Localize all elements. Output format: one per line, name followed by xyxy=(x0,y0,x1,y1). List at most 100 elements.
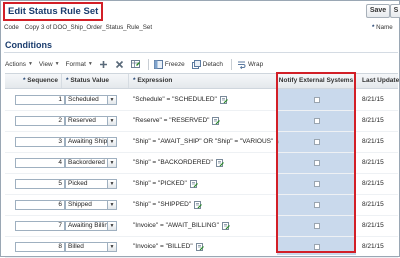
status-dropdown-button[interactable]: ▼ xyxy=(108,157,117,168)
status-value-input[interactable]: Reserved xyxy=(65,115,108,126)
last-update-cell: 8/21/15 xyxy=(362,194,398,215)
sequence-cell: 7 xyxy=(15,215,67,236)
last-update-cell: 8/21/15 xyxy=(362,89,398,110)
status-dropdown-button[interactable]: ▼ xyxy=(108,136,117,147)
status-cell: Awaiting Ship ▼ xyxy=(65,131,129,152)
view-menu[interactable]: View ▼ xyxy=(39,61,60,68)
chevron-down-icon: ▼ xyxy=(109,222,115,229)
last-update-cell: 8/21/15 xyxy=(362,131,398,152)
sequence-input[interactable]: 4 xyxy=(15,157,65,168)
wrap-label: Wrap xyxy=(247,60,264,68)
last-update-text: 8/21/15 xyxy=(362,222,384,229)
expression-text: "Schedule" = "SCHEDULED" xyxy=(133,96,217,103)
last-update-cell: 8/21/15 xyxy=(362,110,398,131)
chevron-down-icon: ▼ xyxy=(109,138,115,145)
sequence-cell: 2 xyxy=(15,110,67,131)
x-icon xyxy=(116,60,124,68)
save-and-close-button[interactable]: S xyxy=(390,4,400,18)
required-marker: * xyxy=(22,77,26,84)
edit-row-button[interactable] xyxy=(130,59,141,69)
save-button[interactable]: Save xyxy=(366,4,390,18)
status-value-input[interactable]: Billed xyxy=(65,241,108,252)
expression-text: "Ship" = "AWAIT_SHIP" OR "Ship" = "VARIO… xyxy=(133,138,274,145)
format-label: Format xyxy=(65,60,86,68)
expression-builder-icon[interactable] xyxy=(194,200,203,209)
status-dropdown-button[interactable]: ▼ xyxy=(108,199,117,210)
chevron-down-icon: ▼ xyxy=(109,96,115,103)
toolbar-separator xyxy=(147,58,149,70)
name-label: Name xyxy=(376,24,393,31)
format-menu[interactable]: Format ▼ xyxy=(66,61,93,68)
status-cell: Awaiting Billing ▼ xyxy=(65,215,129,236)
last-update-text: 8/21/15 xyxy=(362,180,384,187)
expression-cell: "Invoice" = "BILLED" xyxy=(133,236,279,257)
detach-button[interactable]: Detach xyxy=(191,59,223,69)
expression-text: "Reserve" = "RESERVED" xyxy=(133,117,210,124)
status-dropdown-button[interactable]: ▼ xyxy=(108,241,117,252)
delete-row-button[interactable] xyxy=(115,59,125,69)
conditions-title: Conditions xyxy=(5,40,52,50)
status-dropdown-button[interactable]: ▼ xyxy=(108,178,117,189)
expression-cell: "Reserve" = "RESERVED" xyxy=(133,110,279,131)
page-title: Edit Status Rule Set xyxy=(3,2,104,21)
sequence-input[interactable]: 6 xyxy=(15,199,65,210)
status-cell: Picked ▼ xyxy=(65,173,129,194)
status-value-input[interactable]: Awaiting Billing xyxy=(65,220,108,231)
plus-icon xyxy=(100,60,108,68)
status-dropdown-button[interactable]: ▼ xyxy=(108,220,117,231)
expression-builder-icon[interactable] xyxy=(221,221,230,230)
expression-cell: "Ship" = "AWAIT_SHIP" OR "Ship" = "VARIO… xyxy=(133,131,279,152)
chevron-down-icon: ▼ xyxy=(87,61,93,67)
expression-builder-icon[interactable] xyxy=(219,95,228,104)
sequence-cell: 1 xyxy=(15,89,67,110)
expression-text: "Invoice" = "BILLED" xyxy=(133,243,193,250)
detach-icon xyxy=(191,59,201,69)
sequence-input[interactable]: 3 xyxy=(15,136,65,147)
last-update-cell: 8/21/15 xyxy=(362,215,398,236)
status-value-input[interactable]: Picked xyxy=(65,178,108,189)
sequence-input[interactable]: 8 xyxy=(15,241,65,252)
last-update-text: 8/21/15 xyxy=(362,117,384,124)
status-value-input[interactable]: Scheduled xyxy=(65,94,108,105)
column-header-last-update[interactable]: Last Update xyxy=(358,74,400,88)
sequence-input[interactable]: 2 xyxy=(15,115,65,126)
sequence-header-label: Sequence xyxy=(27,77,58,84)
add-row-button[interactable] xyxy=(99,59,109,69)
required-marker: * xyxy=(133,77,136,84)
status-value-input[interactable]: Awaiting Ship xyxy=(65,136,108,147)
expression-builder-icon[interactable] xyxy=(215,158,224,167)
table-edit-icon xyxy=(130,60,140,68)
status-dropdown-button[interactable]: ▼ xyxy=(108,115,117,126)
sequence-input[interactable]: 7 xyxy=(15,220,65,231)
last-update-text: 8/21/15 xyxy=(362,159,384,166)
column-header-status-value[interactable]: * Status Value xyxy=(62,74,129,88)
conditions-toolbar: Actions ▼ View ▼ Format ▼ Freeze Detach Wra… xyxy=(5,57,270,71)
actions-label: Actions xyxy=(5,60,26,68)
expression-builder-icon[interactable] xyxy=(212,116,221,125)
sequence-input[interactable]: 1 xyxy=(15,94,65,105)
expression-builder-icon[interactable] xyxy=(195,242,204,251)
chevron-down-icon: ▼ xyxy=(109,159,115,166)
status-dropdown-button[interactable]: ▼ xyxy=(108,94,117,105)
sequence-cell: 3 xyxy=(15,131,67,152)
column-header-expression[interactable]: * Expression xyxy=(129,74,277,88)
status-cell: Billed ▼ xyxy=(65,236,129,257)
wrap-button[interactable]: Wrap xyxy=(237,60,263,69)
expression-text: "Invoice" = "AWAIT_BILLING" xyxy=(133,222,219,229)
chevron-down-icon: ▼ xyxy=(27,61,33,67)
status-value-input[interactable]: Backordered xyxy=(65,157,108,168)
actions-menu[interactable]: Actions ▼ xyxy=(5,61,33,68)
detach-label: Detach xyxy=(202,60,223,68)
required-marker: * xyxy=(372,24,375,31)
freeze-label: Freeze xyxy=(164,60,185,68)
freeze-icon xyxy=(153,59,163,69)
column-header-sequence[interactable]: * Sequence xyxy=(5,74,62,88)
chevron-down-icon: ▼ xyxy=(109,243,115,250)
sequence-input[interactable]: 5 xyxy=(15,178,65,189)
status-value-input[interactable]: Shipped xyxy=(65,199,108,210)
chevron-down-icon: ▼ xyxy=(109,201,115,208)
freeze-button[interactable]: Freeze xyxy=(153,59,185,69)
last-update-text: 8/21/15 xyxy=(362,243,384,250)
expression-builder-icon[interactable] xyxy=(189,179,198,188)
last-update-header-label: Last Update xyxy=(362,77,400,84)
